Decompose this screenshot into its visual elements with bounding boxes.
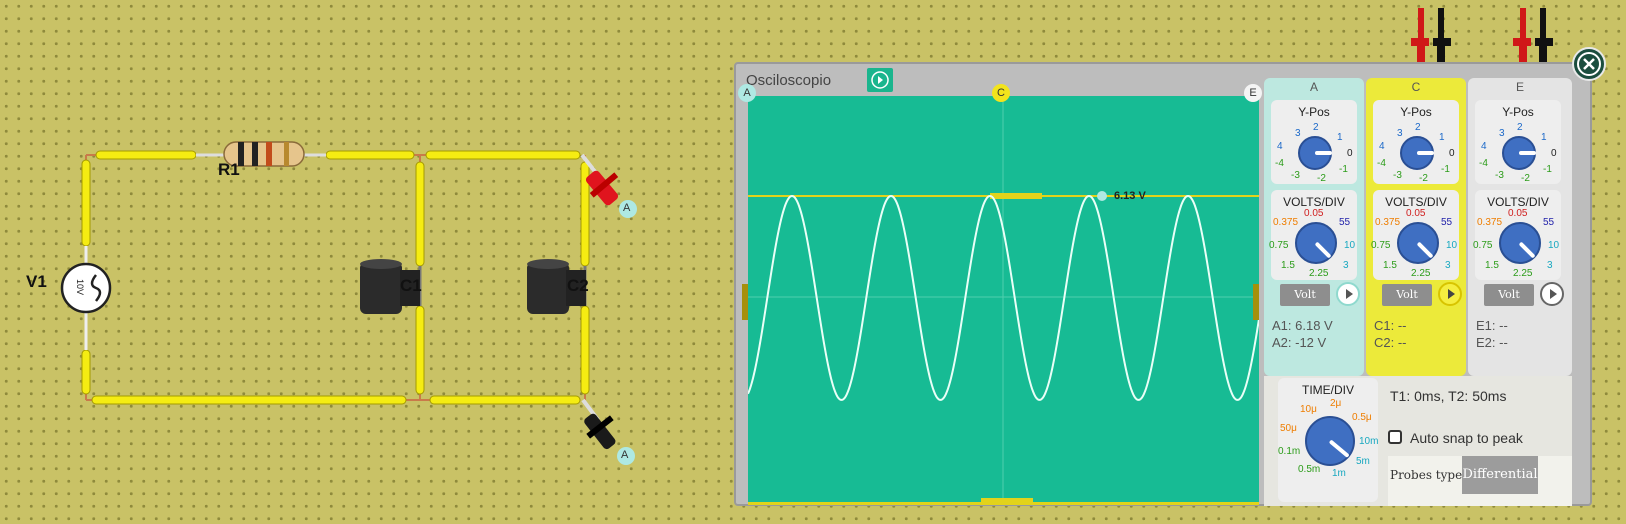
channel-panel-e: E Y-Pos 3 2 1 4 0 -4 -1 -3 -2 VOLTS/DIV … xyxy=(1468,78,1572,376)
channel-panel-c: C Y-Pos 3 2 1 4 0 -4 -1 -3 -2 VOLTS/DIV … xyxy=(1366,78,1466,376)
volt-mode-button-c[interactable]: Volt xyxy=(1382,284,1432,306)
channel-a-readout-1: A1: 6.18 V xyxy=(1272,318,1333,333)
probes-type-label: Probes type xyxy=(1390,468,1463,482)
resistor-r1-icon xyxy=(196,141,326,167)
scope-screen[interactable]: 6.13 V xyxy=(742,96,1260,505)
probes-type-button[interactable]: Differential xyxy=(1462,456,1538,494)
channel-c-marker[interactable]: C xyxy=(992,84,1010,102)
c2-label: C2 xyxy=(567,276,589,295)
volts-div-title: VOLTS/DIV xyxy=(1283,195,1345,209)
auto-snap-checkbox[interactable] xyxy=(1388,430,1402,444)
v1-value: 10V xyxy=(75,278,86,296)
channel-c-label: C xyxy=(1411,80,1421,94)
volts-div-knob-c[interactable] xyxy=(1397,222,1439,264)
time-div-title: TIME/DIV xyxy=(1301,383,1354,397)
play-icon xyxy=(1448,289,1455,299)
ypos-control-a: Y-Pos 3 2 1 4 0 -4 -1 -3 -2 xyxy=(1271,100,1357,184)
cursor-point xyxy=(1097,191,1107,201)
volts-div-control-e: VOLTS/DIV 0.05 0.375 55 0.75 10 1.5 3 2.… xyxy=(1473,190,1561,280)
ypos-control-c: Y-Pos 3 2 1 4 0 -4 -1 -3 -2 xyxy=(1373,100,1459,184)
wire xyxy=(415,305,425,395)
circuit-canvas xyxy=(60,141,637,465)
time-cursor-handle xyxy=(981,498,1033,504)
volt-mode-button-a[interactable]: Volt xyxy=(1280,284,1330,306)
probe-a-label: A xyxy=(623,202,631,214)
close-button[interactable] xyxy=(1572,47,1606,81)
oscilloscope-window[interactable]: Osciloscopio 6.13 V A C E A Y-Pos 3 2 1 … xyxy=(734,62,1592,506)
wire xyxy=(95,150,197,160)
time-div-control: TIME/DIV 2μ 10μ 0.5μ 50μ 10m 0.1m 5m 0.5… xyxy=(1278,378,1378,502)
ypos-handle-right[interactable] xyxy=(1253,284,1259,320)
time-readout: T1: 0ms, T2: 50ms xyxy=(1390,388,1507,404)
ac-source-v1-icon xyxy=(60,246,112,350)
volts-div-control-a: VOLTS/DIV 0.05 0.375 55 0.75 10 1.5 3 2.… xyxy=(1269,190,1357,280)
probes-type-area: Probes type Differential xyxy=(1388,456,1572,506)
ypos-title: Y-Pos xyxy=(1298,105,1330,119)
channel-e-readout-2: E2: -- xyxy=(1476,335,1508,350)
wire xyxy=(415,161,425,267)
channel-a-toggle[interactable] xyxy=(1336,282,1360,306)
play-icon xyxy=(871,71,889,89)
volts-div-knob-e[interactable] xyxy=(1499,222,1541,264)
volts-div-title: VOLTS/DIV xyxy=(1487,195,1549,209)
channel-e-readout-1: E1: -- xyxy=(1476,318,1508,333)
volts-div-title: VOLTS/DIV xyxy=(1385,195,1447,209)
waveform-plot xyxy=(747,96,1260,504)
wire xyxy=(429,395,581,405)
volts-div-knob-a[interactable] xyxy=(1295,222,1337,264)
channel-a-label: A xyxy=(1309,80,1318,94)
ypos-handle-left[interactable] xyxy=(742,284,748,320)
ypos-title: Y-Pos xyxy=(1400,105,1432,119)
ypos-title: Y-Pos xyxy=(1502,105,1534,119)
time-control-area: TIME/DIV 2μ 10μ 0.5μ 50μ 10m 0.1m 5m 0.5… xyxy=(1264,376,1572,506)
wire xyxy=(425,150,581,160)
ypos-knob-c[interactable] xyxy=(1400,136,1434,170)
wire xyxy=(91,395,407,405)
wire xyxy=(580,305,590,395)
cursor-value: 6.13 V xyxy=(1114,190,1146,202)
wire xyxy=(81,349,91,395)
play-icon xyxy=(1550,289,1557,299)
cursor-handle xyxy=(990,193,1042,199)
channel-panel-a: A Y-Pos 3 2 1 4 0 -4 -1 -3 -2 VOLTS/DIV … xyxy=(1264,78,1364,376)
channel-e-marker[interactable]: E xyxy=(1244,84,1262,102)
ypos-knob-a[interactable] xyxy=(1298,136,1332,170)
channel-c-readout-2: C2: -- xyxy=(1374,335,1407,350)
volts-div-control-c: VOLTS/DIV 0.05 0.375 55 0.75 10 1.5 3 2.… xyxy=(1371,190,1459,280)
channel-c-readout-1: C1: -- xyxy=(1374,318,1407,333)
time-div-knob[interactable] xyxy=(1305,416,1355,466)
r1-label: R1 xyxy=(218,160,240,179)
wire xyxy=(325,150,415,160)
ypos-knob-e[interactable] xyxy=(1502,136,1536,170)
channel-e-toggle[interactable] xyxy=(1540,282,1564,306)
channel-a-marker[interactable]: A xyxy=(738,84,756,102)
close-icon xyxy=(1577,52,1601,76)
auto-snap-label: Auto snap to peak xyxy=(1410,430,1523,446)
play-icon xyxy=(1346,289,1353,299)
volt-mode-button-e[interactable]: Volt xyxy=(1484,284,1534,306)
channel-c-toggle[interactable] xyxy=(1438,282,1462,306)
ypos-control-e: Y-Pos 3 2 1 4 0 -4 -1 -3 -2 xyxy=(1475,100,1561,184)
probe-a-label: A xyxy=(621,449,629,461)
channel-a-readout-2: A2: -12 V xyxy=(1272,335,1327,350)
v1-label: V1 xyxy=(26,272,47,291)
scope-title: Osciloscopio xyxy=(746,72,832,89)
wire-segments xyxy=(81,150,590,405)
scope-run-button[interactable] xyxy=(867,68,893,92)
channel-e-label: E xyxy=(1515,80,1524,94)
wire xyxy=(81,159,91,247)
c1-label: C1 xyxy=(400,276,422,295)
